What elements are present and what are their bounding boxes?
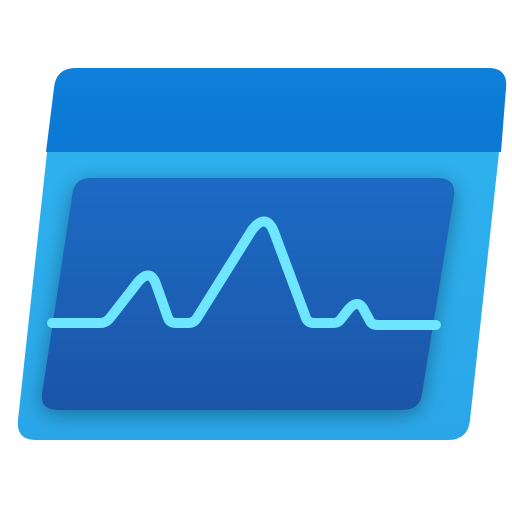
window-header-bar	[46, 68, 507, 152]
chart-screen	[41, 178, 455, 410]
monitoring-chart-icon	[17, 68, 507, 440]
